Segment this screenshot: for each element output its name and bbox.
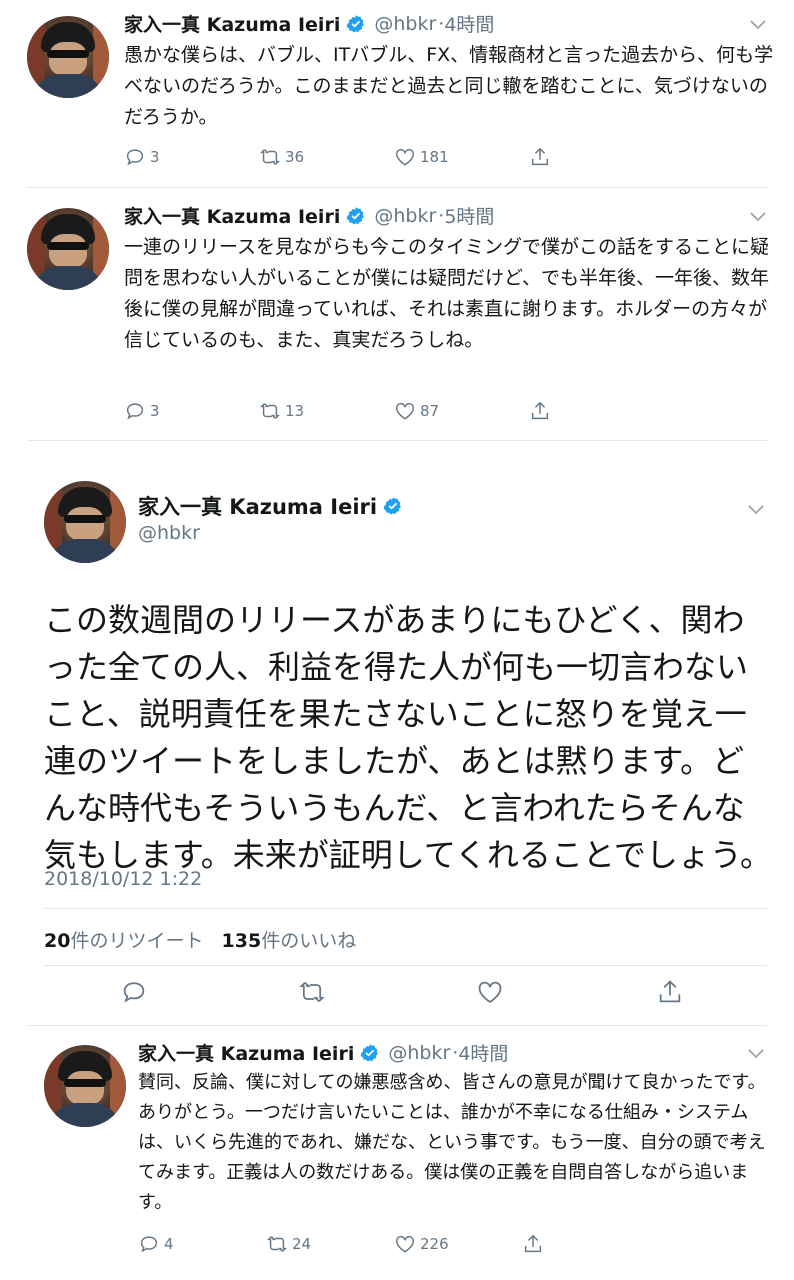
author-name[interactable]: 家入一真 Kazuma Ieiri xyxy=(124,202,340,229)
retweet-total: 20 xyxy=(44,930,71,952)
like-count: 226 xyxy=(420,1235,449,1253)
reply-count: 4 xyxy=(164,1235,174,1253)
retweet-icon[interactable] xyxy=(298,978,326,1006)
divider xyxy=(27,440,767,441)
tweet-time[interactable]: 5時間 xyxy=(444,202,494,229)
verified-badge-icon xyxy=(347,14,365,32)
tweet-time[interactable]: 4時間 xyxy=(458,1039,508,1066)
avatar[interactable] xyxy=(27,208,109,290)
retweet-button[interactable]: 36 xyxy=(259,146,394,168)
retweet-count: 24 xyxy=(292,1235,312,1253)
retweet-count: 13 xyxy=(285,402,305,420)
like-icon[interactable] xyxy=(476,978,504,1006)
share-icon xyxy=(531,401,549,420)
retweet-button[interactable]: 13 xyxy=(259,400,394,422)
share-icon xyxy=(531,147,549,166)
divider xyxy=(27,1025,767,1026)
tweet-time[interactable]: 4時間 xyxy=(444,10,494,37)
like-count: 87 xyxy=(420,402,440,420)
tweet-text: 一連のリリースを見ながらも今このタイミングで僕がこの話をすることに疑問を思わない… xyxy=(124,236,770,351)
tweet-header: 家入一真 Kazuma Ieiri @hbkr · 4時間 xyxy=(124,10,494,37)
reply-icon[interactable] xyxy=(120,978,148,1006)
tweet-timestamp[interactable]: 2018/10/12 1:22 xyxy=(44,868,202,890)
like-total: 135 xyxy=(221,930,262,952)
like-button[interactable]: 181 xyxy=(394,146,529,168)
like-icon xyxy=(396,1235,414,1253)
author-name[interactable]: 家入一真 Kazuma Ieiri xyxy=(138,491,377,521)
like-button[interactable]: 226 xyxy=(394,1233,522,1255)
author-name-row: 家入一真 Kazuma Ieiri xyxy=(138,491,403,521)
author-handle[interactable]: @hbkr xyxy=(374,205,436,227)
like-total-label: 件のいいね xyxy=(261,930,357,952)
reply-count: 3 xyxy=(150,402,160,420)
retweet-icon xyxy=(259,149,281,165)
divider xyxy=(27,187,767,188)
verified-badge-icon xyxy=(361,1043,379,1061)
reply-button[interactable]: 4 xyxy=(138,1233,266,1255)
divider xyxy=(44,908,767,909)
author-handle[interactable]: @hbkr xyxy=(388,1042,450,1064)
tweet-header: 家入一真 Kazuma Ieiri @hbkr · 4時間 xyxy=(138,1039,508,1066)
reply-button[interactable]: 3 xyxy=(124,400,259,422)
author-name[interactable]: 家入一真 Kazuma Ieiri xyxy=(138,1039,354,1066)
share-icon[interactable] xyxy=(656,978,684,1006)
reply-icon xyxy=(140,1236,158,1253)
chevron-down-icon[interactable] xyxy=(750,20,766,30)
retweet-total-label: 件のリツイート xyxy=(70,930,204,952)
tweet-actions: 3 13 87 xyxy=(124,400,555,422)
reply-icon xyxy=(126,149,144,166)
likes-stat[interactable]: 135件のいいね xyxy=(222,930,357,952)
tweet-text: この数週間のリリースがあまりにもひどく、関わった全ての人、利益を得た人が何も一切… xyxy=(44,601,773,874)
author-handle[interactable]: @hbkr xyxy=(374,13,436,35)
author-name[interactable]: 家入一真 Kazuma Ieiri xyxy=(124,10,340,37)
avatar[interactable] xyxy=(44,481,126,563)
engagement-counts: 20件のリツイート 135件のいいね xyxy=(44,926,356,953)
verified-badge-icon xyxy=(347,206,365,224)
like-icon xyxy=(396,148,414,166)
like-count: 181 xyxy=(420,148,449,166)
tweet-text: 賛同、反論、僕に対しての嫌悪感含め、皆さんの意見が聞けて良かったです。ありがとう… xyxy=(138,1072,766,1213)
tweet-actions: 3 36 181 xyxy=(124,146,555,168)
chevron-down-icon[interactable] xyxy=(750,212,766,222)
divider xyxy=(44,965,767,966)
main-tweet-actions xyxy=(0,978,794,1014)
retweets-stat[interactable]: 20件のリツイート xyxy=(44,930,203,952)
tweet-text: 愚かな僕らは、バブル、ITバブル、FX、情報商材と言った過去から、何も学べないの… xyxy=(124,44,774,128)
retweet-icon xyxy=(266,1236,288,1252)
retweet-count: 36 xyxy=(285,148,305,166)
reply-button[interactable]: 3 xyxy=(124,146,259,168)
verified-badge-icon xyxy=(383,497,401,515)
chevron-down-icon[interactable] xyxy=(748,505,764,515)
retweet-button[interactable]: 24 xyxy=(266,1233,394,1255)
tweet-actions: 4 24 226 xyxy=(138,1233,548,1255)
like-icon xyxy=(396,402,414,420)
share-button[interactable] xyxy=(522,1233,548,1255)
share-button[interactable] xyxy=(529,146,555,168)
share-icon xyxy=(524,1234,542,1253)
chevron-down-icon[interactable] xyxy=(748,1049,764,1059)
avatar[interactable] xyxy=(27,16,109,98)
avatar[interactable] xyxy=(44,1045,126,1127)
reply-icon xyxy=(126,403,144,420)
tweet-header: 家入一真 Kazuma Ieiri @hbkr · 5時間 xyxy=(124,202,494,229)
like-button[interactable]: 87 xyxy=(394,400,529,422)
retweet-icon xyxy=(259,403,281,419)
reply-count: 3 xyxy=(150,148,160,166)
author-handle[interactable]: @hbkr xyxy=(138,522,200,544)
share-button[interactable] xyxy=(529,400,555,422)
